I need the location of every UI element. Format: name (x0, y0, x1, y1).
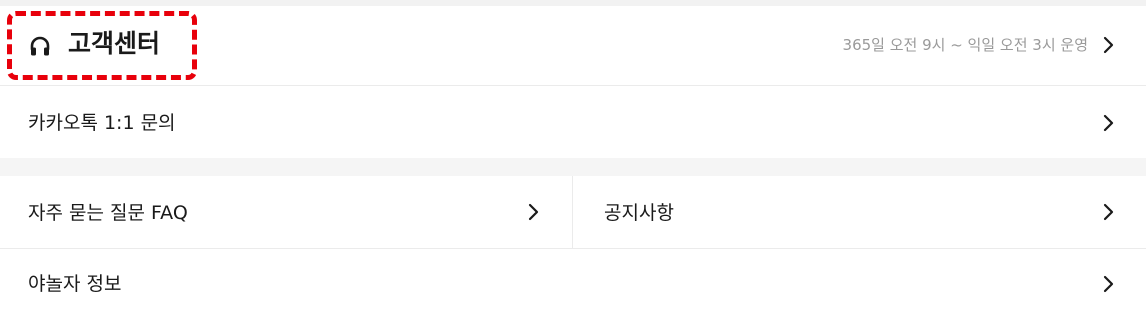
menu-item-label: 야놀자 정보 (28, 273, 122, 295)
headset-icon (30, 36, 50, 56)
menu-item-label: 카카오톡 1:1 문의 (28, 112, 176, 134)
menu-item-kakaotalk-inquiry[interactable]: 카카오톡 1:1 문의 (0, 87, 1146, 158)
menu-item-notice[interactable]: 공지사항 (573, 176, 1146, 248)
chevron-right-icon (1103, 114, 1114, 132)
menu-item-label: 공지사항 (604, 202, 674, 224)
menu-item-label: 자주 묻는 질문 FAQ (28, 202, 188, 224)
section-separator (0, 158, 1146, 176)
chevron-right-icon (528, 203, 539, 221)
chevron-right-icon[interactable] (1102, 36, 1116, 54)
chevron-right-icon (1103, 275, 1114, 293)
chevron-right-icon (1103, 203, 1114, 221)
customer-center-header[interactable]: 고객센터 365일 오전 9시 ~ 익일 오전 3시 운영 (0, 6, 1146, 86)
menu-item-company-info[interactable]: 야놀자 정보 (0, 249, 1146, 310)
menu-item-faq[interactable]: 자주 묻는 질문 FAQ (0, 176, 572, 248)
page-title: 고객센터 (68, 29, 161, 58)
operating-hours: 365일 오전 9시 ~ 익일 오전 3시 운영 (842, 36, 1088, 54)
